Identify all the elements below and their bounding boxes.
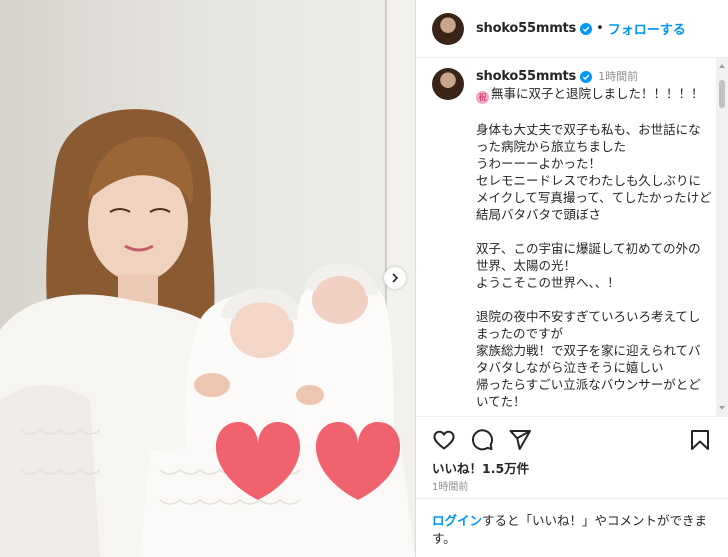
caption-line: 退院の夜中不安すぎていろいろ考えてしまったのですが xyxy=(476,309,701,341)
caption-avatar[interactable] xyxy=(432,68,464,100)
caption-time: 1時間前 xyxy=(598,70,639,83)
photo-illustration xyxy=(0,0,415,557)
next-photo-button[interactable] xyxy=(384,267,406,289)
caption-line: 帰ったらすごい立派なバウンサーがとどいてた！ xyxy=(476,377,701,409)
chevron-right-icon xyxy=(392,273,399,283)
follow-button[interactable]: フォローする xyxy=(608,19,686,38)
scroll-thumb[interactable] xyxy=(719,80,725,108)
caption-line: セレモニードレスでわたしも久しぶりにメイクして写真撮って、てしたかったけど結局バ… xyxy=(476,173,712,222)
paper-plane-icon[interactable] xyxy=(508,428,532,452)
post-photo[interactable] xyxy=(0,0,415,557)
post-side-panel: shoko55mmts • フォローする shoko55mmts 1時間前 祝 … xyxy=(416,0,728,557)
actions-divider xyxy=(416,416,728,417)
caption-scrollbar[interactable] xyxy=(716,58,728,416)
scroll-down-icon[interactable] xyxy=(719,406,725,410)
caption-line: うわーーーよかった！ xyxy=(476,156,602,171)
congrats-emoji-icon: 祝 xyxy=(476,91,489,104)
login-link[interactable]: ログイン xyxy=(432,513,482,528)
scroll-up-icon[interactable] xyxy=(719,64,725,68)
bottom-divider xyxy=(416,498,728,499)
login-prompt: ログインすると「いいね！」やコメントができます。 xyxy=(432,512,722,548)
comment-bubble-icon[interactable] xyxy=(470,428,494,452)
follow-separator: • xyxy=(596,21,604,36)
verified-badge-icon xyxy=(580,22,593,35)
header-username[interactable]: shoko55mmts xyxy=(476,21,576,36)
action-bar xyxy=(432,428,712,452)
caption-line: 身体も大丈夫で双子も私も、お世話になった病院から旅立ちました xyxy=(476,122,701,154)
verified-badge-icon xyxy=(580,70,593,83)
post-header: shoko55mmts • フォローする xyxy=(416,0,728,58)
caption-line: 双子、この宇宙に爆誕して初めての外の世界、太陽の光！ xyxy=(476,241,701,273)
caption-line: 祝無事に双子と退院しました！！！！！ xyxy=(476,85,712,104)
likes-count[interactable]: いいね！1.5万件 xyxy=(432,458,529,477)
caption-body: shoko55mmts 1時間前 祝無事に双子と退院しました！！！！！ 身体も大… xyxy=(476,68,712,410)
caption-line: ようこそこの世界へ、、！ xyxy=(476,275,620,290)
caption-area: shoko55mmts 1時間前 祝無事に双子と退院しました！！！！！ 身体も大… xyxy=(416,58,728,416)
avatar[interactable] xyxy=(432,12,464,45)
caption-username[interactable]: shoko55mmts xyxy=(476,68,576,85)
heart-outline-icon[interactable] xyxy=(432,428,456,452)
posted-time: 1時間前 xyxy=(432,482,469,493)
caption-text: 祝無事に双子と退院しました！！！！！ 身体も大丈夫で双子も私も、お世話になった病… xyxy=(476,85,712,410)
bookmark-icon[interactable] xyxy=(688,428,712,452)
caption-line: 家族総力戦！で双子を家に迎えられてバタバタしながら泣きそうに嬉しい xyxy=(476,343,701,375)
